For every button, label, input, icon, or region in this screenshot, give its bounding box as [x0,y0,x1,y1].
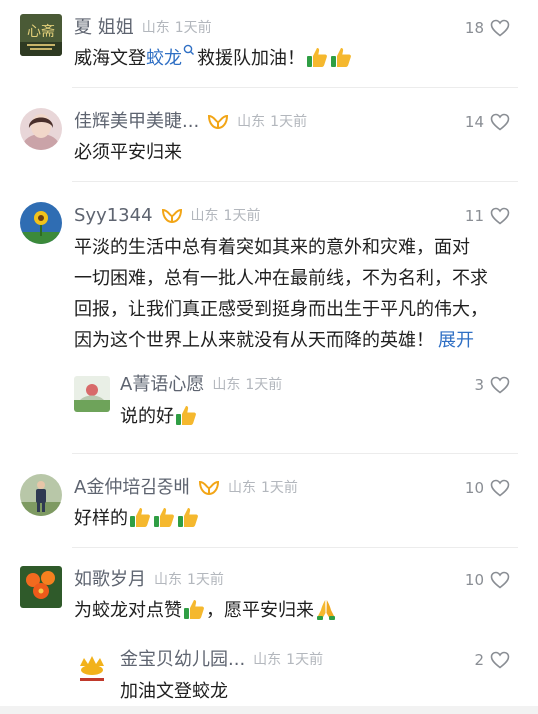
like-count: 3 [474,376,484,394]
like-button[interactable]: 11 [465,203,510,229]
comment-thread: 心斋 夏 姐姐 山东 1天前 18 威海文登蛟龙 救援队加油！ 佳辉美甲美睫..… [0,0,538,714]
thumbs-up-emoji [154,508,174,527]
comment-text-part: 为蛟龙对点赞 [74,600,182,621]
comment-meta: A金仲培김중배 山东 1天前 [74,475,298,501]
user-name[interactable]: 如歌岁月 [74,569,146,590]
like-button[interactable]: 18 [465,15,510,41]
comment-text-part: 说的好 [120,406,174,427]
timestamp: 1天前 [261,480,298,496]
thumbs-up-emoji [176,406,196,425]
comment-meta: 金宝贝幼儿园... 山东 1天前 [120,647,323,673]
like-button[interactable]: 10 [465,567,510,593]
comment-item: 如歌岁月 山东 1天前 10 为蛟龙对点赞 ，愿平安归来 [0,548,538,634]
comment-text: 加油文登蛟龙 [120,681,228,702]
user-name[interactable]: A菁语心愿 [120,374,204,395]
avatar[interactable] [20,474,62,516]
location: 山东 [212,377,241,393]
comment-text-line: 回报，让我们真正感受到挺身而出生于平凡的伟大， [74,299,488,320]
like-count: 10 [464,479,484,497]
timestamp: 1天前 [245,377,283,393]
comment-text-part: 威海文登 [74,48,146,69]
user-name[interactable]: 佳辉美甲美睫... [74,111,199,132]
avatar[interactable] [20,566,62,608]
comment-text: 必须平安归来 [74,142,182,163]
timestamp: 1天前 [223,208,261,224]
comment-text: 好样的 [74,504,200,534]
comment-meta: A菁语心愿 山东 1天前 [120,372,282,398]
timestamp: 1天前 [270,114,308,130]
fan-badge-icon [161,208,182,224]
like-button[interactable]: 14 [465,109,510,135]
comment-meta: Syy1344 山东 1天前 [74,203,260,229]
like-count: 10 [464,571,484,589]
avatar[interactable]: 心斋 [20,14,62,56]
location: 山东 [253,652,282,668]
fan-badge-icon [198,480,220,496]
comment-item: A金仲培김중배 山东 1天前 10 好样的 [0,454,538,546]
comment-text: 平淡的生活中总有着突如其来的意外和灾难，面对 一切困难，总有一批人冲在最前线，不… [74,232,524,356]
comment-meta: 如歌岁月 山东 1天前 [74,567,224,593]
comment-item: 佳辉美甲美睫... 山东 1天前 14 必须平安归来 [0,88,538,180]
avatar[interactable] [74,650,110,686]
comment-text-line: 因为这个世界上从来就没有从天而降的英雄！ [74,330,434,351]
comment-meta: 夏 姐姐 山东 1天前 [74,15,212,41]
heart-icon[interactable] [490,113,510,131]
timestamp: 1天前 [174,20,212,36]
comment-text: 为蛟龙对点赞 ，愿平安归来 [74,596,338,626]
comment-text-part: 救援队加油！ [197,48,305,69]
comment-meta: 佳辉美甲美睫... 山东 1天前 [74,109,307,135]
heart-icon[interactable] [490,571,510,589]
like-button[interactable]: 3 [474,372,510,398]
heart-icon[interactable] [490,19,510,37]
location: 山东 [154,572,182,588]
comment-text-part: 好样的 [74,508,128,529]
like-count: 14 [464,113,484,131]
fan-badge-icon [208,114,229,130]
thumbs-up-emoji [130,508,150,527]
timestamp: 1天前 [187,572,224,588]
thumbs-up-emoji [307,48,327,67]
comment-text: 说的好 [120,402,198,432]
location: 山东 [237,114,266,130]
thumbs-up-emoji [178,508,198,527]
heart-icon[interactable] [490,651,510,669]
thumbs-up-emoji [331,48,351,67]
user-name[interactable]: 金宝贝幼儿园... [120,649,245,670]
avatar-logo-text: 心斋 [27,23,55,40]
heart-icon[interactable] [490,479,510,497]
heart-icon[interactable] [490,376,510,394]
heart-icon[interactable] [490,207,510,225]
comment-text-line: 平淡的生活中总有着突如其来的意外和灾难，面对 [74,237,470,258]
location: 山东 [190,208,219,224]
reply-item: 金宝贝幼儿园... 山东 1天前 2 加油文登蛟龙 [0,636,538,708]
like-button[interactable]: 10 [465,475,510,501]
like-count: 2 [474,651,484,669]
timestamp: 1天前 [286,652,324,668]
reply-item: A菁语心愿 山东 1天前 3 说的好 [0,362,538,448]
avatar[interactable] [20,202,62,244]
user-name[interactable]: 夏 姐姐 [74,17,134,38]
like-count: 11 [464,207,484,225]
search-icon[interactable] [183,44,195,58]
location: 山东 [141,20,170,36]
comment-item: 心斋 夏 姐姐 山东 1天前 18 威海文登蛟龙 救援队加油！ [0,0,538,86]
user-name[interactable]: A金仲培김중배 [74,477,190,498]
comment-item: Syy1344 山东 1天前 11 平淡的生活中总有着突如其来的意外和灾难，面对… [0,182,538,360]
thumbs-up-emoji [184,600,204,619]
like-button[interactable]: 2 [474,647,510,673]
comment-text: 威海文登蛟龙 救援队加油！ [74,44,353,74]
location: 山东 [228,480,256,496]
avatar[interactable] [74,376,110,412]
topic-tag[interactable]: 蛟龙 [146,48,182,69]
praying-hands-emoji [317,600,335,620]
like-count: 18 [464,19,484,37]
bottom-edge [0,706,538,714]
user-name[interactable]: Syy1344 [74,205,153,226]
expand-link[interactable]: 展开 [438,330,474,351]
comment-text-part: ，愿平安归来 [206,600,314,621]
avatar[interactable] [20,108,62,150]
comment-text-line: 一切困难，总有一批人冲在最前线，不为名利，不求 [74,268,488,289]
